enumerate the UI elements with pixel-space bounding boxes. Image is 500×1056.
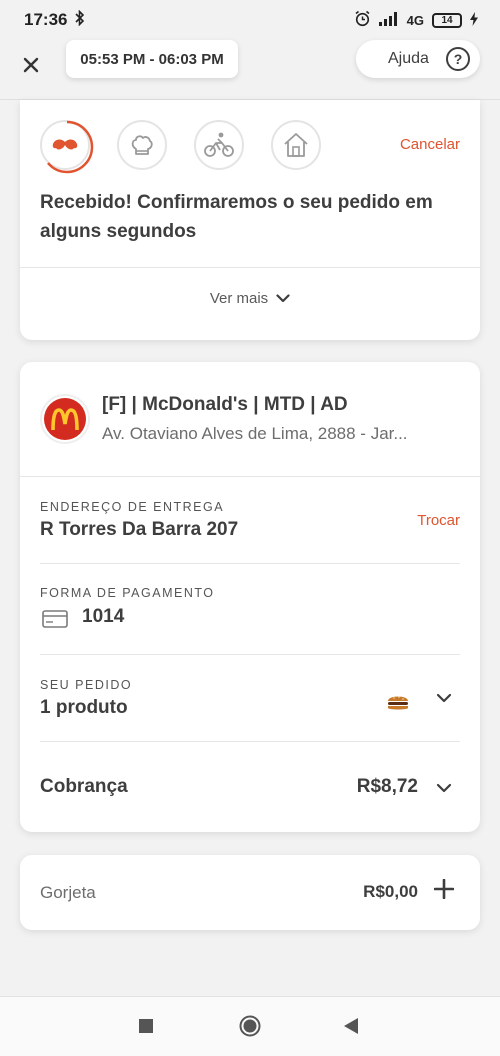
- order-details-card: [F] | McDonald's | MTD | AD Av. Otaviano…: [20, 362, 480, 832]
- order-expand-chevron-icon[interactable]: [436, 693, 452, 703]
- signal-icon: [378, 11, 399, 29]
- store-address: Av. Otaviano Alves de Lima, 2888 - Jar..…: [102, 424, 408, 443]
- system-navigation-bar: [0, 996, 500, 1056]
- your-order-label: SEU PEDIDO: [40, 678, 133, 692]
- close-button[interactable]: [14, 48, 48, 82]
- home-button-icon[interactable]: [239, 1015, 261, 1037]
- cancel-order-link[interactable]: Cancelar: [400, 136, 460, 153]
- add-tip-icon[interactable]: [434, 879, 454, 899]
- change-address-link[interactable]: Trocar: [417, 512, 460, 529]
- tip-card[interactable]: Gorjeta R$0,00: [20, 855, 480, 930]
- cyclist-icon: [204, 132, 234, 157]
- payment-method-label: FORMA DE PAGAMENTO: [40, 586, 215, 600]
- step-confirming: [40, 120, 94, 174]
- status-right: 4G 14: [354, 10, 478, 30]
- billing-label: Cobrança: [40, 776, 128, 797]
- mcdonalds-logo-icon: [44, 398, 86, 440]
- chef-hat-icon: [131, 135, 153, 155]
- order-status-card: Cancelar Recebido! Confirmaremos o seu p…: [20, 100, 480, 340]
- tip-value: R$0,00: [363, 882, 418, 901]
- delivery-address-label: ENDEREÇO DE ENTREGA: [40, 500, 225, 514]
- burger-icon: [388, 696, 408, 710]
- see-more-label: Ver mais: [209, 290, 269, 307]
- store-divider: [20, 476, 480, 477]
- billing-expand-chevron-icon[interactable]: [436, 783, 452, 793]
- battery-icon: 14: [432, 12, 462, 28]
- step-preparing: [117, 120, 167, 170]
- billing-total: R$8,72: [356, 776, 418, 797]
- close-icon: [23, 57, 39, 73]
- payment-divider: [40, 654, 460, 655]
- tip-label: Gorjeta: [40, 883, 96, 902]
- step-delivered: [271, 120, 321, 170]
- status-divider: [20, 267, 480, 268]
- help-label: Ajuda: [388, 50, 429, 67]
- clock: 17:36: [24, 10, 68, 29]
- battery-level: 14: [441, 14, 453, 26]
- progress-steps: [40, 120, 321, 174]
- help-button[interactable]: Ajuda ?: [356, 40, 480, 78]
- payment-card-number: 1014: [82, 606, 125, 627]
- store-name: [F] | McDonald's | MTD | AD: [102, 394, 348, 415]
- credit-card-icon: [42, 610, 68, 628]
- status-message: Recebido! Confirmaremos o seu pedido em …: [40, 192, 433, 242]
- progress-arc: [47, 120, 94, 174]
- order-divider: [40, 741, 460, 742]
- recent-apps-icon[interactable]: [139, 1019, 153, 1033]
- back-icon[interactable]: [344, 1018, 358, 1034]
- store-logo: [40, 394, 90, 444]
- status-bar: 17:36 4G 14: [0, 0, 500, 40]
- alarm-icon: [354, 10, 371, 30]
- top-bar: 05:53 PM - 06:03 PM Ajuda ?: [0, 40, 500, 100]
- delivery-time-window: 05:53 PM - 06:03 PM: [66, 40, 238, 78]
- delivery-address: R Torres Da Barra 207: [40, 519, 239, 540]
- order-summary: 1 produto: [40, 697, 128, 718]
- chevron-down-icon: [276, 294, 290, 303]
- bluetooth-icon: [75, 9, 85, 31]
- delivery-divider: [40, 563, 460, 564]
- home-icon: [284, 133, 308, 157]
- question-icon: ?: [446, 47, 470, 71]
- step-delivering: [194, 120, 244, 170]
- network-type: 4G: [406, 12, 424, 28]
- status-left: 17:36: [24, 9, 85, 31]
- see-more-button[interactable]: Ver mais: [20, 290, 480, 307]
- charging-icon: [470, 11, 478, 29]
